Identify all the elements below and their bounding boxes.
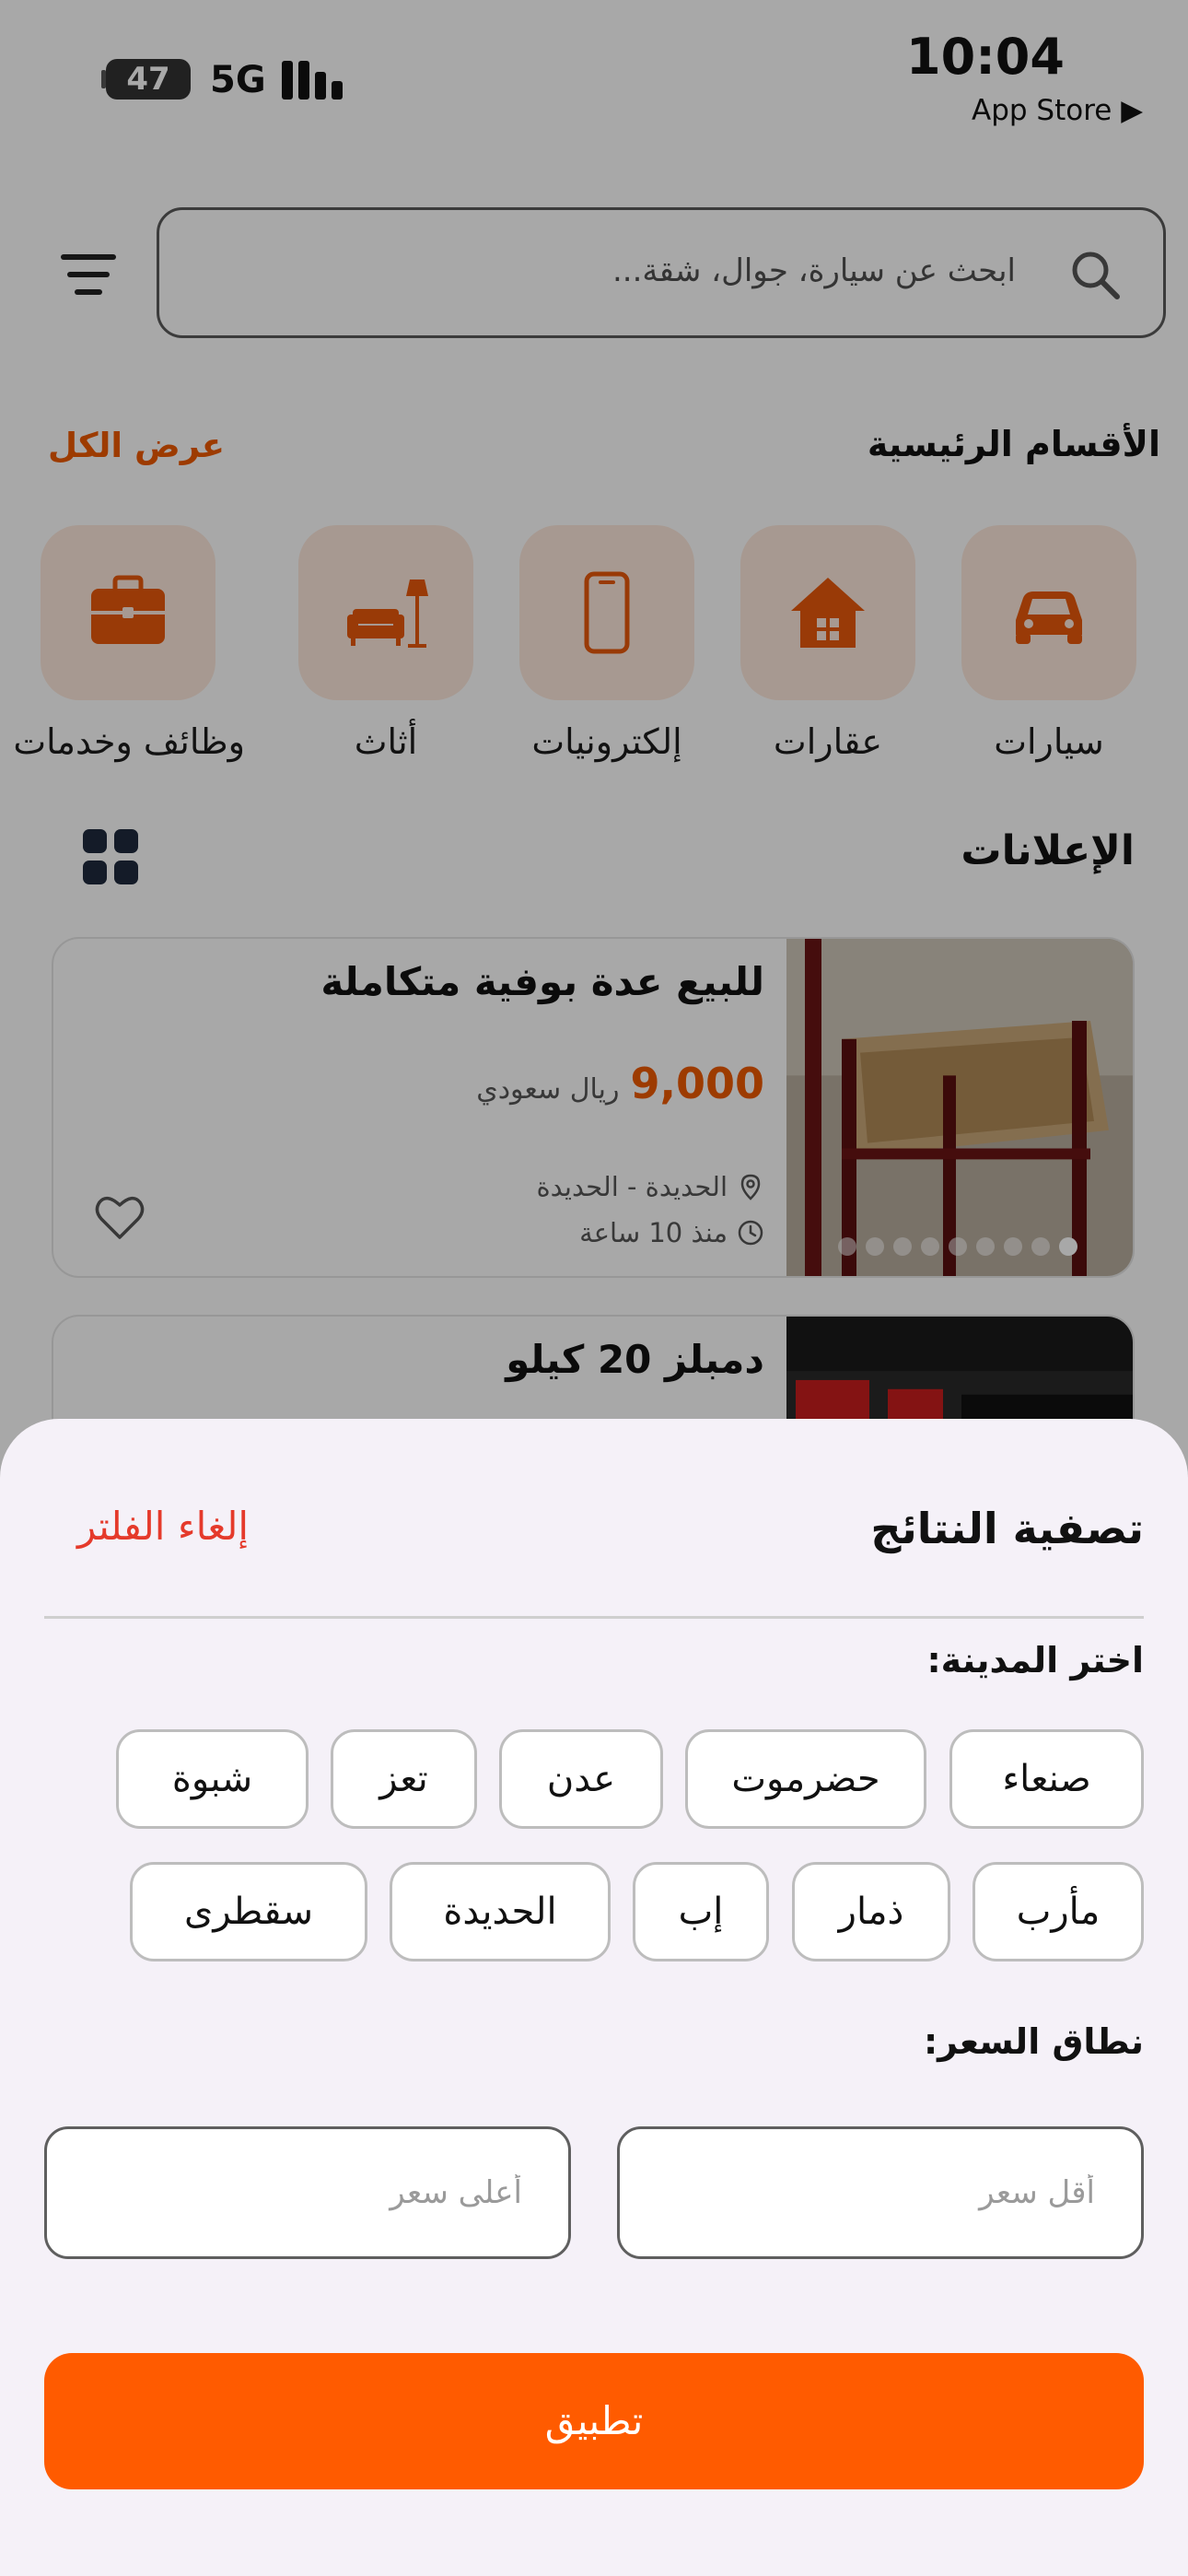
city-chip[interactable]: مأرب <box>973 1862 1144 1961</box>
filter-sheet: تصفية النتائج إلغاء الفلتر اختر المدينة:… <box>0 1419 1188 2576</box>
apply-button[interactable]: تطبيق <box>44 2353 1144 2489</box>
city-chip[interactable]: إب <box>633 1862 769 1961</box>
city-chip[interactable]: شبوة <box>116 1729 309 1829</box>
city-chip[interactable]: عدن <box>499 1729 663 1829</box>
min-price-field[interactable] <box>617 2126 1144 2259</box>
city-chip[interactable]: سقطرى <box>130 1862 367 1961</box>
city-chip[interactable]: الحديدة <box>390 1862 611 1961</box>
sheet-title: تصفية النتائج <box>870 1504 1144 1553</box>
city-chip[interactable]: ذمار <box>792 1862 950 1961</box>
city-chip[interactable]: صنعاء <box>949 1729 1144 1829</box>
city-chip[interactable]: حضرموت <box>685 1729 926 1829</box>
city-label: اختر المدينة: <box>926 1640 1144 1680</box>
divider <box>44 1616 1144 1619</box>
max-price-field[interactable] <box>44 2126 571 2259</box>
min-price-input[interactable] <box>620 2129 1141 2256</box>
clear-filter-button[interactable]: إلغاء الفلتر <box>77 1504 249 1549</box>
max-price-input[interactable] <box>47 2129 568 2256</box>
price-range-label: نطاق السعر: <box>923 2021 1144 2062</box>
city-chip[interactable]: تعز <box>331 1729 477 1829</box>
